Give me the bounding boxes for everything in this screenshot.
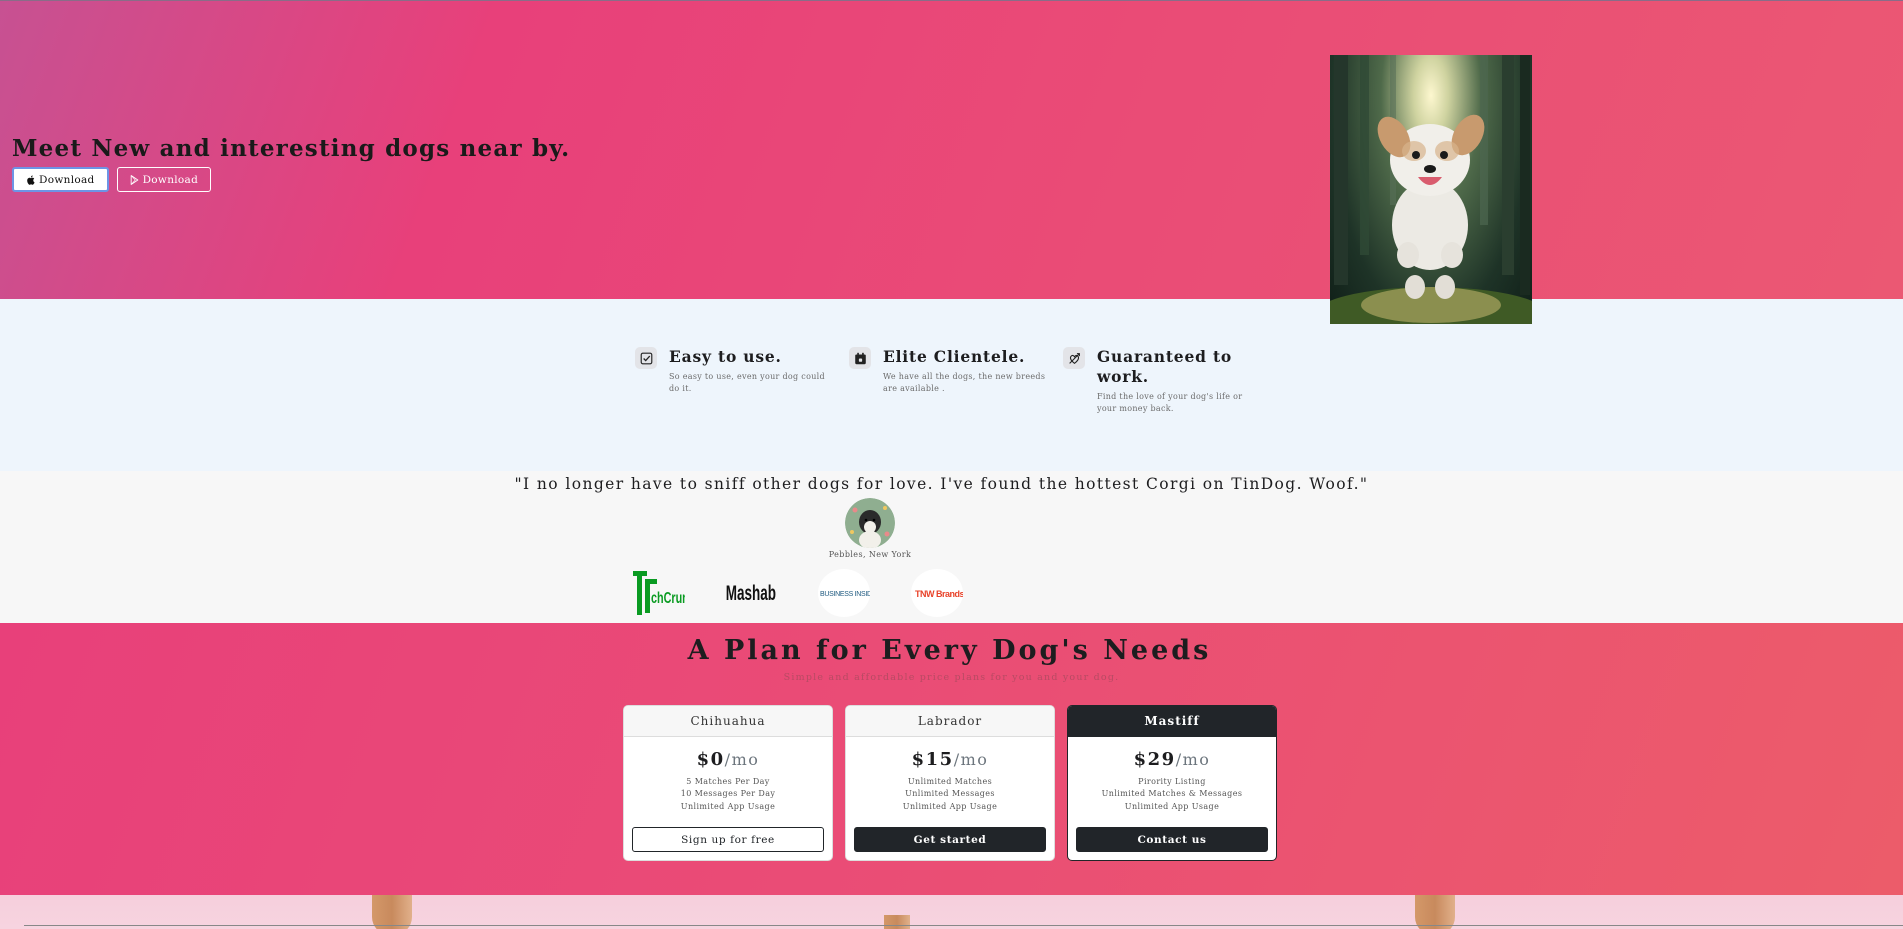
hotdog-image bbox=[372, 895, 412, 929]
plan-price-amount: $29 bbox=[1133, 749, 1176, 770]
checkbox-icon bbox=[635, 347, 657, 369]
feature-text: Find the love of your dog's life or your… bbox=[1097, 392, 1243, 413]
svg-text:chCrunch: chCrunch bbox=[651, 589, 685, 606]
plan-features: 5 Matches Per Day 10 Messages Per Day Un… bbox=[624, 776, 832, 813]
plan-price: $29/mo bbox=[1068, 749, 1276, 770]
testimonial-section: "I no longer have to sniff other dogs fo… bbox=[0, 471, 1903, 623]
google-play-download-label: Download bbox=[142, 173, 199, 186]
plan-name: Mastiff bbox=[1068, 706, 1276, 737]
plan-card-mastiff: Mastiff $29/mo Pirority Listing Unlimite… bbox=[1067, 705, 1277, 861]
plan-feature-item: 10 Messages Per Day bbox=[680, 789, 776, 799]
feature-title: Guaranteed to work. bbox=[1097, 347, 1233, 386]
feature-elite-clientele: Elite Clientele. We have all the dogs, t… bbox=[849, 347, 1049, 395]
plan-feature-item: Unlimited App Usage bbox=[902, 801, 998, 811]
download-buttons: Download Download bbox=[12, 167, 212, 192]
feature-title: Easy to use. bbox=[669, 347, 782, 366]
plan-feature-item: 5 Matches Per Day bbox=[686, 777, 770, 786]
plan-feature-item: Unlimited App Usage bbox=[1124, 801, 1220, 811]
get-started-button[interactable]: Get started bbox=[854, 827, 1046, 852]
press-logo-businessinsider: BUSINESS INSIDER bbox=[818, 569, 870, 617]
sign-up-free-button[interactable]: Sign up for free bbox=[632, 827, 824, 852]
press-logo-techcrunch: chCrunch bbox=[633, 569, 685, 617]
testimonial-quote: "I no longer have to sniff other dogs fo… bbox=[514, 475, 1369, 493]
plan-features: Unlimited Matches Unlimited Messages Unl… bbox=[846, 776, 1054, 813]
plan-card-chihuahua: Chihuahua $0/mo 5 Matches Per Day 10 Mes… bbox=[623, 705, 833, 861]
plan-price-amount: $0 bbox=[696, 749, 725, 770]
calendar-lock-icon bbox=[849, 347, 871, 369]
plan-card-labrador: Labrador $15/mo Unlimited Matches Unlimi… bbox=[845, 705, 1055, 861]
divider bbox=[24, 925, 1903, 926]
google-play-download-button[interactable]: Download bbox=[116, 167, 212, 192]
feature-text: So easy to use, even your dog could do i… bbox=[669, 372, 825, 393]
plan-feature-item: Unlimited App Usage bbox=[680, 801, 776, 811]
svg-text:BUSINESS INSIDER: BUSINESS INSIDER bbox=[820, 591, 870, 598]
plan-features: Pirority Listing Unlimited Matches & Mes… bbox=[1068, 776, 1276, 813]
contact-us-button[interactable]: Contact us bbox=[1076, 827, 1268, 852]
testimonial-avatar bbox=[845, 498, 895, 548]
heart-arrow-icon bbox=[1063, 347, 1085, 369]
hotdog-image bbox=[884, 915, 910, 929]
features-section: Easy to use. So easy to use, even your d… bbox=[0, 299, 1903, 471]
pricing-title: A Plan for Every Dog's Needs bbox=[687, 635, 1212, 666]
testimonial-author: Pebbles, New York bbox=[828, 550, 912, 559]
feature-guaranteed: Guaranteed to work. Find the love of you… bbox=[1063, 347, 1263, 415]
plan-price-amount: $15 bbox=[911, 749, 954, 770]
press-logo-tnw: TNW Brands bbox=[911, 569, 963, 617]
plan-feature-item: Unlimited Matches & Messages bbox=[1101, 789, 1243, 799]
plan-price-period: /mo bbox=[953, 750, 989, 769]
feature-title: Elite Clientele. bbox=[883, 347, 1026, 366]
apple-download-button[interactable]: Download bbox=[12, 167, 109, 192]
feature-easy-to-use: Easy to use. So easy to use, even your d… bbox=[635, 347, 835, 395]
pricing-subtitle: Simple and affordable price plans for yo… bbox=[783, 672, 1120, 683]
next-section-preview bbox=[0, 895, 1903, 929]
hero-title: Meet New and interesting dogs near by. bbox=[12, 135, 571, 162]
apple-icon bbox=[27, 175, 35, 185]
plan-name: Labrador bbox=[846, 706, 1054, 737]
plan-feature-item: Unlimited Matches bbox=[907, 777, 993, 786]
feature-text: We have all the dogs, the new breeds are… bbox=[883, 372, 1046, 393]
hotdog-image bbox=[1415, 895, 1455, 929]
svg-text:Mashable: Mashable bbox=[726, 581, 776, 605]
hero-section: Meet New and interesting dogs near by. D… bbox=[0, 0, 1903, 299]
apple-download-label: Download bbox=[39, 173, 95, 186]
plan-feature-item: Unlimited Messages bbox=[905, 789, 995, 799]
plan-price: $15/mo bbox=[846, 749, 1054, 770]
plan-feature-item: Pirority Listing bbox=[1138, 777, 1206, 786]
plan-price-period: /mo bbox=[1175, 750, 1211, 769]
plan-price-period: /mo bbox=[724, 750, 760, 769]
press-logo-mashable: Mashable bbox=[724, 569, 776, 617]
plan-price: $0/mo bbox=[624, 749, 832, 770]
pricing-section: A Plan for Every Dog's Needs Simple and … bbox=[0, 623, 1903, 895]
google-play-icon bbox=[130, 174, 138, 185]
plan-name: Chihuahua bbox=[624, 706, 832, 737]
hero-dog-image bbox=[1330, 55, 1532, 324]
svg-text:TNW Brands: TNW Brands bbox=[915, 589, 963, 599]
